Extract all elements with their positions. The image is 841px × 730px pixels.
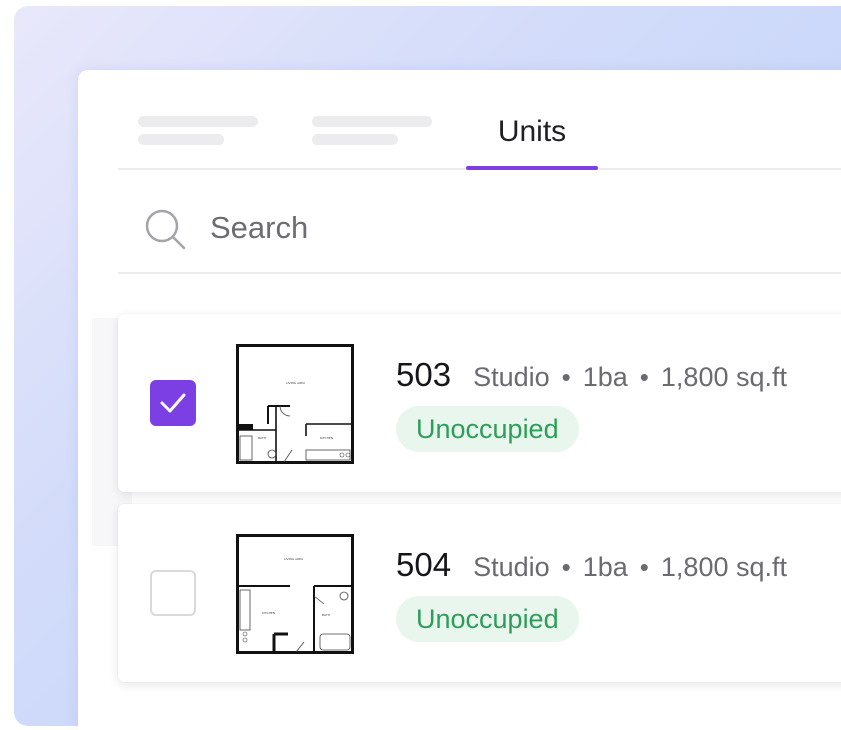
unit-area: 1,800 sq.ft	[660, 362, 787, 392]
status-badge: Unoccupied	[396, 596, 579, 642]
tab-placeholder-2[interactable]	[312, 116, 432, 152]
unit-info: 504 Studio • 1ba • 1,800 sq.ft Unoccupie…	[396, 546, 787, 642]
check-icon	[160, 393, 186, 413]
unit-number: 503	[396, 356, 452, 393]
unit-select-checkbox[interactable]	[150, 380, 196, 426]
unit-type: Studio	[473, 362, 550, 392]
svg-text:BATH: BATH	[322, 613, 330, 617]
unit-baths: 1ba	[582, 552, 628, 582]
skeleton-line	[138, 116, 258, 127]
skeleton-line	[312, 134, 398, 145]
svg-text:ENTRY: ENTRY	[286, 463, 296, 464]
unit-heading: 504 Studio • 1ba • 1,800 sq.ft	[396, 546, 787, 584]
unit-card[interactable]: LIVING AREA KITCHEN BATH ENTRY 504 Studi…	[118, 504, 841, 682]
tab-units-label: Units	[497, 115, 567, 148]
svg-text:LIVING AREA: LIVING AREA	[284, 557, 304, 561]
unit-area: 1,800 sq.ft	[660, 552, 787, 582]
svg-text:ENTRY: ENTRY	[294, 653, 304, 654]
separator-dot: •	[639, 362, 649, 392]
tab-placeholder-1[interactable]	[138, 116, 258, 152]
status-badge: Unoccupied	[396, 406, 579, 452]
svg-text:BATH: BATH	[258, 436, 266, 440]
tab-units[interactable]: Units	[466, 96, 598, 168]
separator-dot: •	[639, 552, 649, 582]
search-icon	[145, 209, 186, 250]
unit-number: 504	[396, 546, 452, 583]
skeleton-line	[312, 116, 432, 127]
svg-text:LIVING AREA: LIVING AREA	[286, 381, 306, 385]
unit-heading: 503 Studio • 1ba • 1,800 sq.ft	[396, 356, 787, 394]
active-tab-indicator	[466, 166, 598, 170]
unit-card[interactable]: LIVING AREA BATH KITCHEN ENTRY 503 Studi…	[118, 314, 841, 492]
floorplan-thumbnail: LIVING AREA KITCHEN BATH ENTRY	[236, 534, 354, 654]
unit-type: Studio	[473, 552, 550, 582]
search-bar	[118, 184, 841, 274]
unit-select-checkbox[interactable]	[150, 570, 196, 616]
tab-bar: Units	[118, 96, 841, 170]
separator-dot: •	[561, 362, 571, 392]
svg-text:KITCHEN: KITCHEN	[262, 611, 275, 615]
separator-dot: •	[561, 552, 571, 582]
search-input[interactable]	[210, 204, 810, 252]
svg-text:KITCHEN: KITCHEN	[320, 436, 333, 440]
floorplan-thumbnail: LIVING AREA BATH KITCHEN ENTRY	[236, 344, 354, 464]
unit-baths: 1ba	[582, 362, 628, 392]
skeleton-line	[138, 134, 224, 145]
unit-info: 503 Studio • 1ba • 1,800 sq.ft Unoccupie…	[396, 356, 787, 452]
